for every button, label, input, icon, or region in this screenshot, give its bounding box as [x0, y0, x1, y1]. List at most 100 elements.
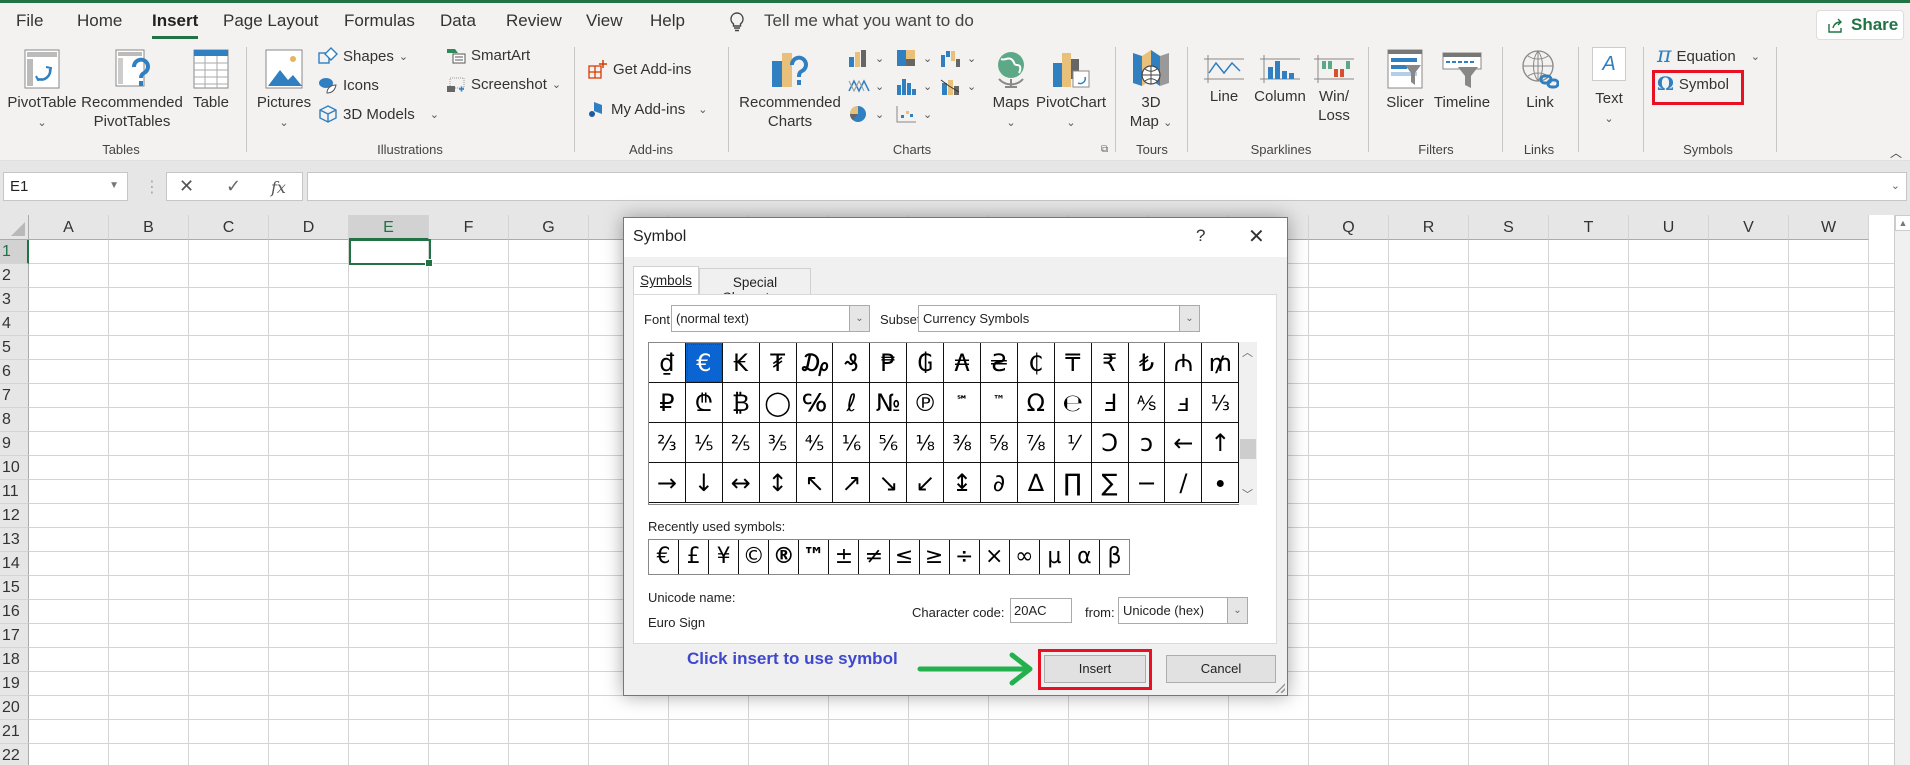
symbol-cell[interactable]: ⅘: [796, 423, 834, 463]
recent-symbol-cell[interactable]: ©: [739, 540, 770, 574]
symbol-cell[interactable]: ∏: [1054, 463, 1092, 503]
symbol-cell[interactable]: ∑: [1091, 463, 1129, 503]
get-addins-button[interactable]: Get Add-ins: [588, 59, 691, 79]
shapes-button[interactable]: Shapes ⌄: [318, 47, 408, 65]
recent-symbol-cell[interactable]: ≠: [859, 540, 890, 574]
select-all-button[interactable]: [0, 215, 29, 240]
symbol-cell[interactable]: ↖: [796, 463, 834, 503]
insert-function-icon[interactable]: fx: [271, 178, 286, 197]
text-button[interactable]: A Text ⌄: [1590, 47, 1628, 129]
pivotchart-button[interactable]: PivotChart ⌄: [1036, 49, 1106, 133]
scatter-chart-button[interactable]: ⌄: [896, 105, 932, 123]
symbol-cell[interactable]: ℓ: [833, 383, 871, 423]
symbol-cell[interactable]: Ⅎ: [1091, 383, 1129, 423]
tell-me-search[interactable]: Tell me what you want to do: [764, 11, 974, 31]
column-header-f[interactable]: F: [429, 215, 509, 240]
combo-chart-button[interactable]: ⌄: [940, 77, 976, 95]
scroll-down-icon[interactable]: ﹀: [1242, 486, 1253, 502]
symbol-cell[interactable]: ∂: [981, 463, 1018, 503]
symbol-cell[interactable]: ™: [981, 383, 1018, 423]
pie-chart-button[interactable]: ⌄: [848, 105, 884, 123]
symbol-cell[interactable]: ₴: [981, 343, 1018, 383]
recent-symbol-cell[interactable]: ¥: [709, 540, 740, 574]
symbol-cell[interactable]: ₫: [649, 343, 686, 383]
symbol-cell[interactable]: ⅕: [685, 423, 723, 463]
column-header-v[interactable]: V: [1709, 215, 1789, 240]
symbol-cell[interactable]: ◯: [759, 383, 797, 423]
recent-symbol-cell[interactable]: ®: [769, 540, 800, 574]
symbol-cell[interactable]: ↨: [944, 463, 982, 503]
symbol-cell[interactable]: ₼: [1165, 343, 1203, 383]
row-header-12[interactable]: 12: [0, 504, 29, 528]
row-header-7[interactable]: 7: [0, 384, 29, 408]
my-addins-button[interactable]: My Add-ins ⌄: [588, 100, 707, 118]
subset-select[interactable]: Currency Symbols ⌄: [918, 305, 1200, 332]
symbol-cell[interactable]: ₭: [722, 343, 760, 383]
recent-symbol-cell[interactable]: ∞: [1010, 540, 1040, 574]
smartart-button[interactable]: SmartArt: [446, 47, 530, 64]
column-header-b[interactable]: B: [109, 215, 189, 240]
scroll-thumb[interactable]: [1240, 439, 1256, 459]
recent-symbol-cell[interactable]: β: [1100, 540, 1129, 574]
screenshot-button[interactable]: Screenshot ⌄: [446, 76, 561, 93]
tab-insert[interactable]: Insert: [152, 11, 199, 39]
row-header-11[interactable]: 11: [0, 480, 29, 504]
row-header-9[interactable]: 9: [0, 432, 29, 456]
symbol-cell[interactable]: ↓: [685, 463, 723, 503]
column-header-w[interactable]: W: [1789, 215, 1869, 240]
tab-help[interactable]: Help: [650, 11, 685, 31]
formula-input[interactable]: ⌄: [307, 172, 1907, 201]
tab-page-layout[interactable]: Page Layout: [223, 11, 318, 31]
cancel-button[interactable]: Cancel: [1166, 655, 1276, 683]
recent-symbol-cell[interactable]: α: [1070, 540, 1100, 574]
row-header-8[interactable]: 8: [0, 408, 29, 432]
recent-symbol-cell[interactable]: ≤: [890, 540, 920, 574]
slicer-button[interactable]: Slicer: [1380, 49, 1430, 112]
statistic-chart-button[interactable]: ⌄: [896, 77, 932, 95]
symbol-cell[interactable]: ℅: [796, 383, 834, 423]
column-header-a[interactable]: A: [29, 215, 109, 240]
row-header-18[interactable]: 18: [0, 648, 29, 672]
symbol-cell[interactable]: €: [685, 343, 723, 383]
symbol-cell[interactable]: ↔: [722, 463, 760, 503]
font-select[interactable]: (normal text) ⌄: [671, 305, 870, 332]
symbol-grid-scrollbar[interactable]: ︿ ﹀: [1239, 342, 1257, 505]
column-header-s[interactable]: S: [1469, 215, 1549, 240]
equation-button[interactable]: π Equation ⌄: [1657, 45, 1760, 67]
tab-data[interactable]: Data: [440, 11, 476, 31]
row-header-21[interactable]: 21: [0, 720, 29, 744]
column-header-q[interactable]: Q: [1309, 215, 1389, 240]
resize-grip[interactable]: [1275, 683, 1285, 693]
share-button[interactable]: Share: [1816, 10, 1904, 40]
row-header-16[interactable]: 16: [0, 600, 29, 624]
character-code-input[interactable]: 20AC: [1010, 598, 1072, 623]
row-header-3[interactable]: 3: [0, 288, 29, 312]
expand-formula-icon[interactable]: ⌄: [1891, 179, 1900, 192]
symbol-cell[interactable]: ₹: [1091, 343, 1129, 383]
tab-formulas[interactable]: Formulas: [344, 11, 415, 31]
recent-symbol-cell[interactable]: ≥: [920, 540, 950, 574]
tab-special-characters[interactable]: Special Characters: [699, 268, 811, 305]
symbol-cell[interactable]: ⅎ: [1165, 383, 1203, 423]
symbol-cell[interactable]: Ω: [1017, 383, 1055, 423]
symbol-cell[interactable]: ⅙: [833, 423, 871, 463]
symbol-cell[interactable]: ⅓: [1202, 383, 1240, 423]
symbol-cell[interactable]: ↄ: [1128, 423, 1166, 463]
symbol-cell[interactable]: ₯: [796, 343, 834, 383]
enter-entry-icon[interactable]: ✓: [226, 176, 241, 197]
row-header-14[interactable]: 14: [0, 552, 29, 576]
symbol-cell[interactable]: Ↄ: [1091, 423, 1129, 463]
symbol-cell[interactable]: ⅜: [944, 423, 982, 463]
symbol-cell[interactable]: ↑: [1202, 423, 1240, 463]
row-header-17[interactable]: 17: [0, 624, 29, 648]
symbol-cell[interactable]: ₥: [1202, 343, 1240, 383]
symbol-cell[interactable]: ℠: [944, 383, 982, 423]
recommended-pivottables-button[interactable]: Recommended PivotTables: [80, 49, 184, 131]
row-header-22[interactable]: 22: [0, 744, 29, 765]
symbol-cell[interactable]: ↙: [907, 463, 945, 503]
collapse-ribbon-icon[interactable]: ︿: [1890, 144, 1902, 161]
tab-home[interactable]: Home: [77, 11, 122, 31]
symbol-cell[interactable]: ₺: [1128, 343, 1166, 383]
close-button[interactable]: ✕: [1248, 224, 1265, 249]
sparkline-line-button[interactable]: Line: [1202, 49, 1246, 106]
